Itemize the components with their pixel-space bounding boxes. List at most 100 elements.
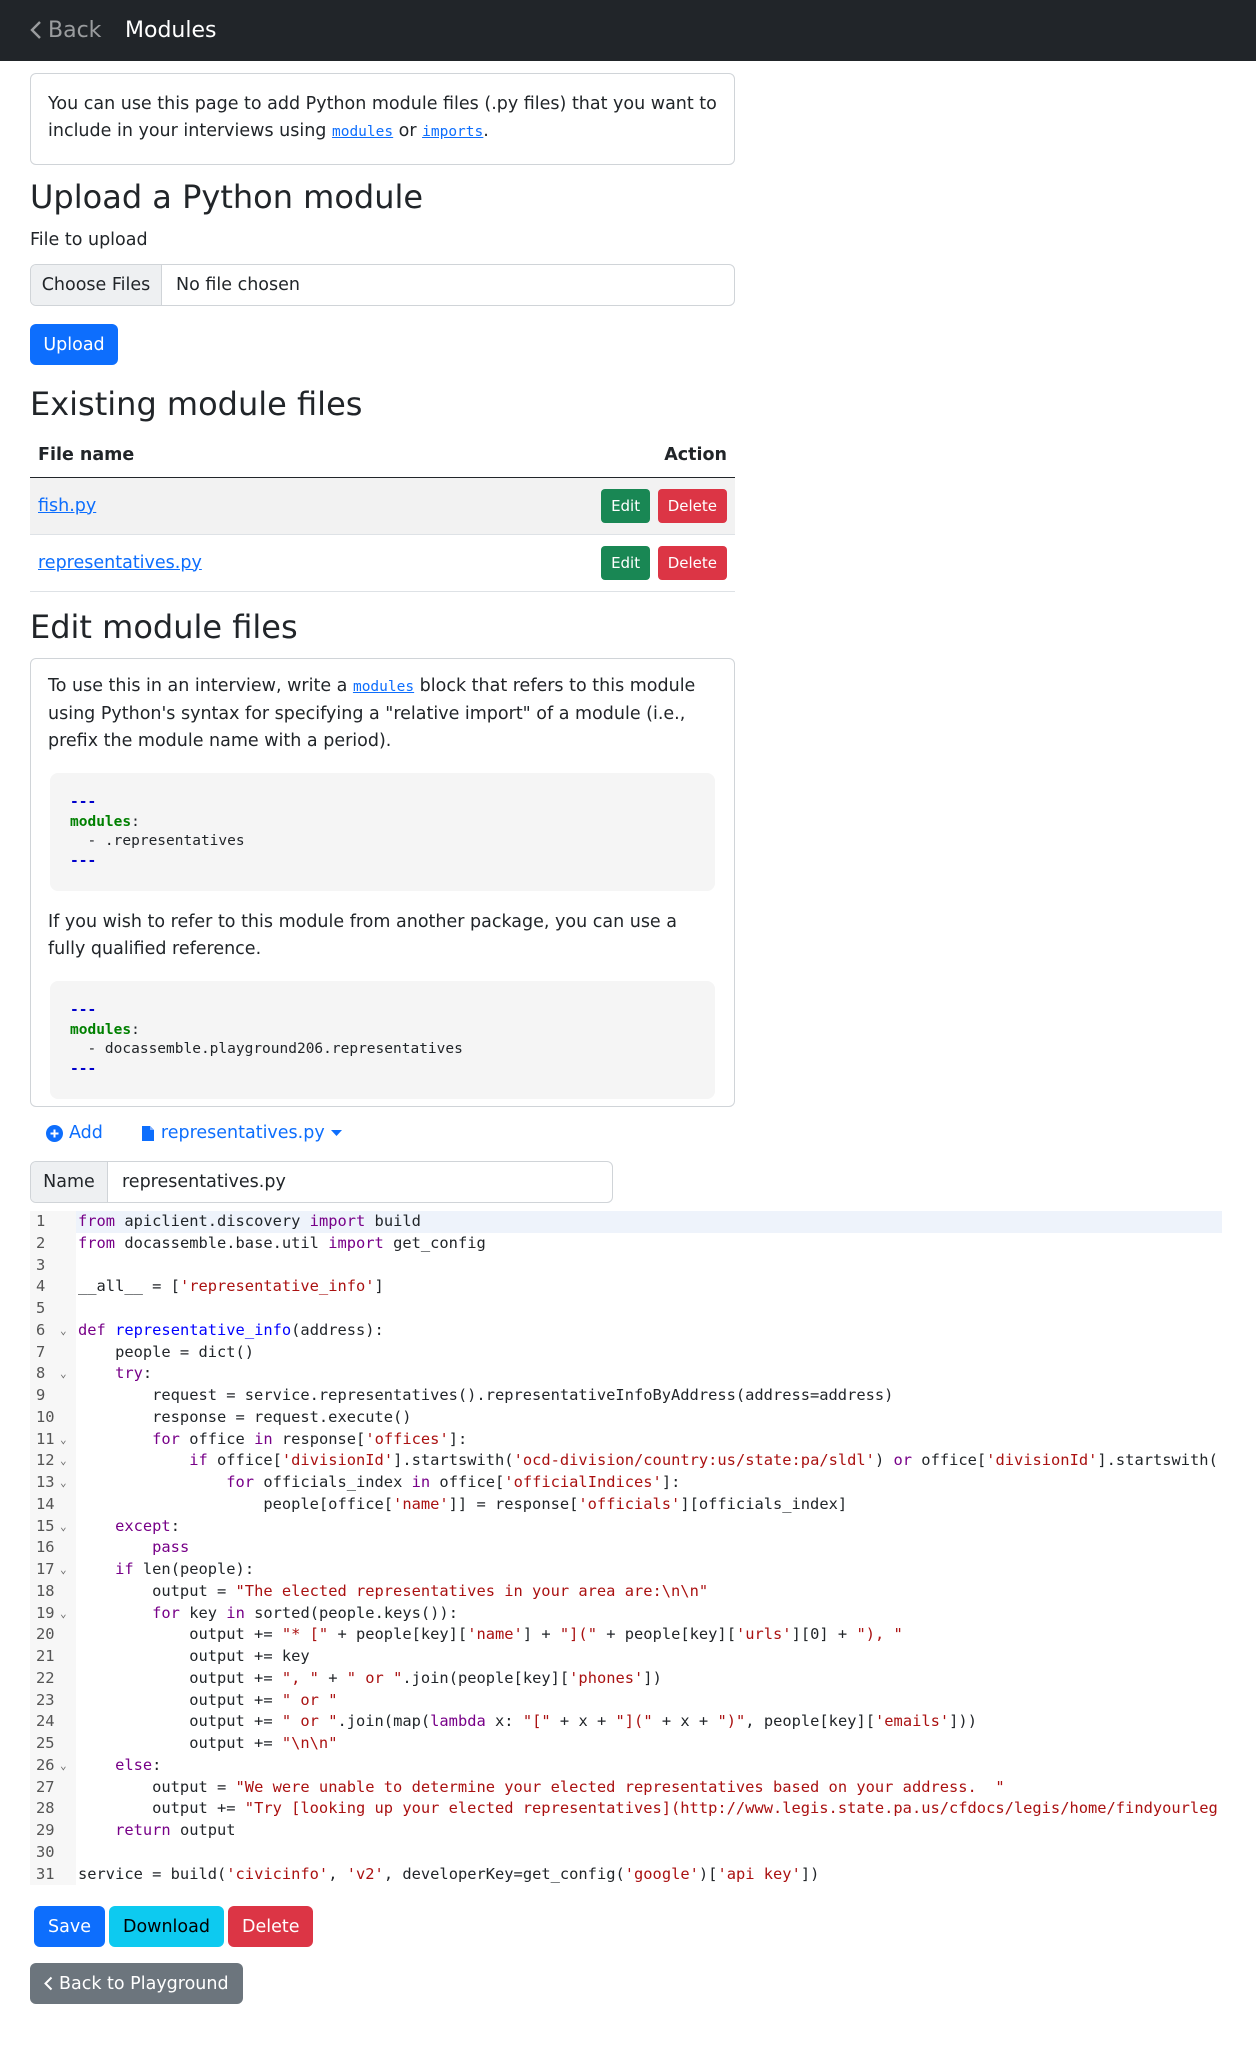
upload-button[interactable]: Upload [30,324,118,365]
line-number: 15 [36,1516,55,1535]
line-gutter: 30 [30,1841,76,1864]
code-text: output += "* [" + people[key]['name'] + … [78,1625,903,1644]
yaml-example-qualified: --- modules: - docassemble.playground206… [50,981,715,1099]
line-gutter: 12 ⌄ [30,1450,76,1472]
file-upload-input[interactable]: Choose Files No file chosen [30,264,735,306]
line-gutter: 17 ⌄ [30,1559,76,1581]
code-line[interactable]: 22 output += ", " + " or ".join(people[k… [30,1667,1222,1690]
download-button[interactable]: Download [108,1906,224,1947]
code-line[interactable]: 24 output += " or ".join(map(lambda x: "… [30,1711,1222,1733]
code-text: pass [152,1538,190,1557]
line-gutter: 18 [30,1580,76,1603]
intro-info-box: You can use this page to add Python modu… [30,73,735,165]
add-file-tab[interactable]: Add [46,1123,103,1143]
code-line[interactable]: 31 service = build('civicinfo', 'v2', dev… [30,1863,1222,1886]
code-line[interactable]: 23 output += " or " [30,1689,1222,1712]
chevron-left-icon [30,20,42,40]
code-editor[interactable]: 1 from apiclient.discovery import build 2 f… [30,1211,1222,1889]
code-text: output = "We were unable to determine yo… [78,1777,1005,1796]
top-navbar: Back Modules [0,0,1256,61]
line-gutter: 13 ⌄ [30,1472,76,1494]
line-number: 26 [36,1755,55,1774]
code-line[interactable]: 12 ⌄ if office['divisionId'].startswith('… [30,1450,1222,1472]
qualified-reference-help: If you wish to refer to this module from… [48,912,677,959]
table-row: representatives.py Edit Delete [30,534,735,592]
fold-arrow-icon[interactable]: ⌄ [60,1429,67,1451]
line-gutter: 7 [30,1341,76,1364]
delete-button[interactable]: Delete [227,1906,314,1947]
imports-link[interactable]: imports [422,121,483,141]
name-input[interactable]: representatives.py [108,1162,286,1202]
fold-arrow-icon[interactable]: ⌄ [60,1516,67,1538]
line-number: 6 [36,1320,46,1339]
caret-down-icon [330,1129,342,1137]
file-link-fish[interactable]: fish.py [38,496,96,516]
file-select-dropdown[interactable]: representatives.py [141,1123,342,1143]
line-number: 28 [36,1799,55,1818]
delete-representatives-button[interactable]: Delete [657,545,727,580]
line-number: 5 [36,1299,46,1317]
code-line[interactable]: 20 output += "* [" + people[key]['name']… [30,1624,1222,1646]
code-line[interactable]: 26 ⌄ else: [30,1754,1222,1777]
edit-representatives-button[interactable]: Edit [601,545,651,580]
line-gutter: 24 [30,1711,76,1733]
code-line[interactable]: 17 ⌄ if len(people): [30,1559,1222,1581]
code-text: for office in response['offices']: [152,1429,468,1448]
code-line[interactable]: 28 output += "Try [looking up your elect… [30,1798,1222,1820]
choose-files-button[interactable]: Choose Files [31,265,162,305]
name-input-group: Name representatives.py [30,1161,613,1203]
code-line[interactable]: 10 response = request.execute() [30,1406,1222,1429]
line-gutter: 10 [30,1406,76,1429]
code-line[interactable]: 4 __all__ = ['representative_info'] [30,1276,1222,1298]
back-link[interactable]: Back [30,14,101,46]
line-number: 19 [36,1603,55,1622]
code-line[interactable]: 1 from apiclient.discovery import build [30,1211,1222,1233]
code-line[interactable]: 11 ⌄ for office in response['offices']: [30,1428,1222,1451]
code-line[interactable]: 2 from docassemble.base.util import get_c… [30,1232,1222,1255]
code-text: output += "Try [looking up your elected … [78,1799,1218,1818]
save-button[interactable]: Save [34,1906,105,1947]
code-line[interactable]: 3 [30,1254,1222,1277]
code-text: output += ", " + " or ".join(people[key]… [78,1668,662,1687]
code-line[interactable]: 27 output = "We were unable to determine… [30,1776,1222,1799]
code-line[interactable]: 9 request = service.representatives().re… [30,1385,1222,1407]
code-line[interactable]: 5 [30,1298,1222,1320]
code-text: people = dict() [78,1342,255,1361]
line-number: 27 [36,1777,55,1796]
code-line[interactable]: 18 output = "The elected representatives… [30,1580,1222,1603]
line-gutter: 9 [30,1385,76,1407]
fold-arrow-icon[interactable]: ⌄ [60,1603,67,1625]
fold-arrow-icon[interactable]: ⌄ [60,1320,67,1342]
modules-link[interactable]: modules [332,121,393,141]
line-gutter: 27 [30,1776,76,1799]
edit-fish-button[interactable]: Edit [601,488,651,523]
fold-arrow-icon[interactable]: ⌄ [60,1559,67,1581]
code-line[interactable]: 21 output += key [30,1646,1222,1668]
code-line[interactable]: 30 [30,1841,1222,1864]
code-line[interactable]: 7 people = dict() [30,1341,1222,1364]
code-line[interactable]: 19 ⌄ for key in sorted(people.keys()): [30,1602,1222,1625]
fold-arrow-icon[interactable]: ⌄ [60,1472,67,1494]
fold-arrow-icon[interactable]: ⌄ [60,1363,67,1385]
code-text: for officials_index in office['officialI… [226,1473,681,1491]
back-to-playground-button[interactable]: Back to Playground [30,1963,243,2004]
delete-fish-button[interactable]: Delete [657,488,727,523]
plus-circle-icon [46,1124,63,1142]
column-header-file-name: File name [30,433,422,478]
file-tabs: Add representatives.py [30,1115,342,1151]
line-number: 29 [36,1821,55,1839]
fold-arrow-icon[interactable]: ⌄ [60,1755,67,1777]
fold-arrow-icon[interactable]: ⌄ [60,1450,67,1472]
code-line[interactable]: 6 ⌄ def representative_info(address): [30,1319,1222,1342]
code-line[interactable]: 15 ⌄ except: [30,1515,1222,1538]
code-line[interactable]: 25 output += "\n\n" [30,1733,1222,1755]
modules-link-2[interactable]: modules [353,676,414,696]
code-line[interactable]: 14 people[office['name']] = response['of… [30,1493,1222,1516]
file-link-representatives[interactable]: representatives.py [38,553,202,573]
code-line[interactable]: 13 ⌄ for officials_index in office['offic… [30,1472,1222,1494]
line-number: 14 [36,1494,55,1513]
code-text: if office['divisionId'].startswith('ocd-… [189,1451,1218,1470]
code-line[interactable]: 29 return output [30,1820,1222,1842]
code-line[interactable]: 8 ⌄ try: [30,1363,1222,1385]
code-line[interactable]: 16 pass [30,1537,1222,1559]
